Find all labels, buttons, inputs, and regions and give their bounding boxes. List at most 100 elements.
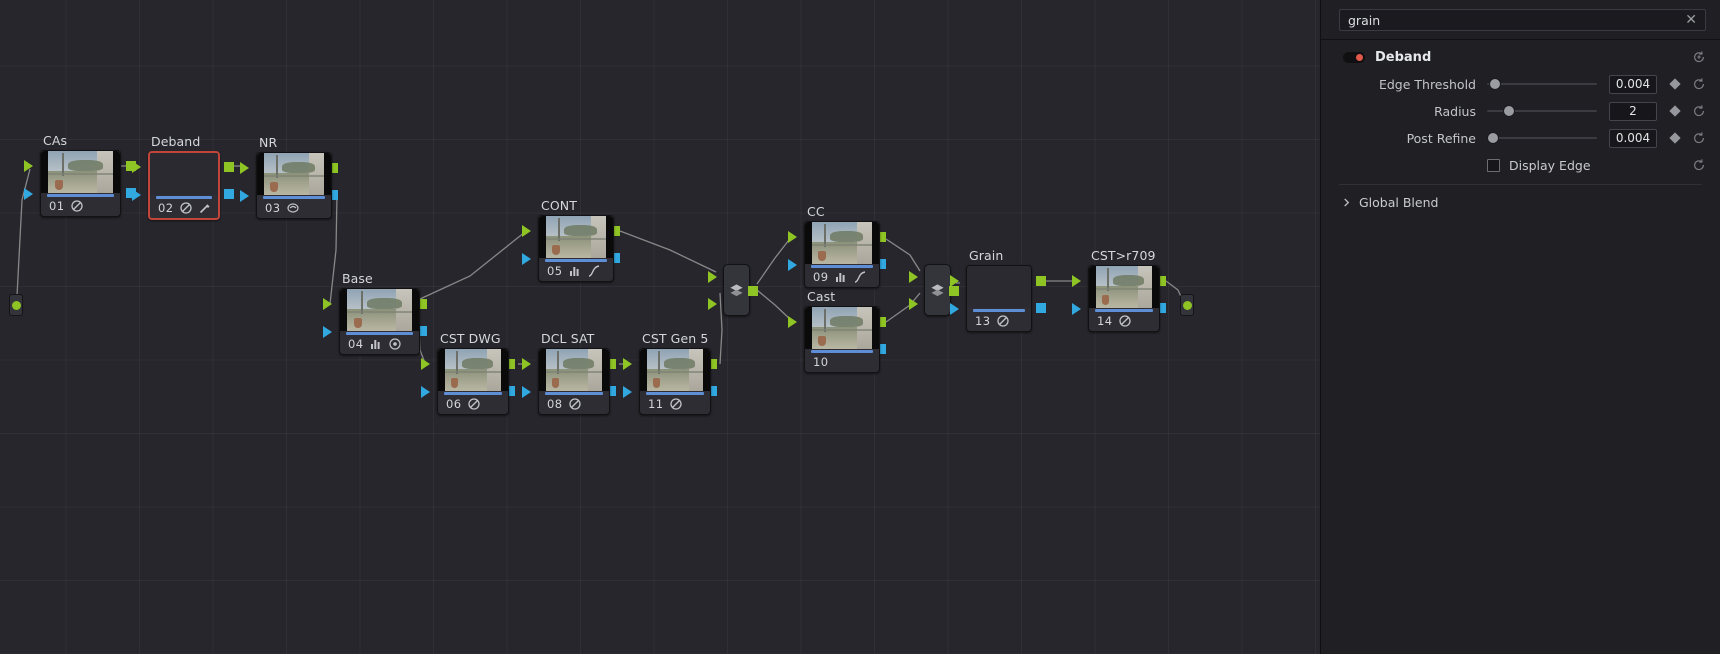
- slider-knob[interactable]: [1490, 79, 1501, 89]
- node-body[interactable]: 01: [40, 150, 121, 217]
- node-input-port-key[interactable]: [522, 253, 531, 265]
- disabled-circle-icon[interactable]: [71, 199, 84, 212]
- diamond-icon[interactable]: [1669, 105, 1681, 117]
- node-input-port-rgb[interactable]: [950, 275, 959, 287]
- node-input-port-key[interactable]: [132, 189, 141, 201]
- reset-icon[interactable]: [1692, 131, 1706, 145]
- slider-knob[interactable]: [1503, 106, 1514, 116]
- node-grain[interactable]: Grain 13: [950, 248, 1046, 332]
- node-input-port-key[interactable]: [24, 188, 33, 200]
- node-input-port-key[interactable]: [522, 386, 531, 398]
- layer-mixer-node-1[interactable]: [708, 264, 758, 316]
- disabled-circle-icon[interactable]: [180, 201, 193, 214]
- radius-slider[interactable]: [1487, 104, 1597, 118]
- node-body[interactable]: 05: [538, 215, 614, 282]
- node-output-port-key[interactable]: [224, 189, 234, 199]
- target-icon[interactable]: [389, 337, 402, 350]
- disabled-circle-icon[interactable]: [997, 314, 1010, 327]
- node-input-port-rgb[interactable]: [788, 231, 797, 243]
- disabled-circle-icon[interactable]: [468, 397, 481, 410]
- graph-source-endpoint[interactable]: [9, 294, 23, 316]
- node-nr[interactable]: NR 03: [240, 135, 338, 219]
- reset-icon[interactable]: [1692, 77, 1706, 91]
- node-output-port-rgb[interactable]: [1036, 276, 1046, 286]
- node-body[interactable]: 14: [1088, 265, 1160, 332]
- bars-icon[interactable]: [835, 271, 847, 283]
- disabled-circle-icon[interactable]: [569, 397, 582, 410]
- node-base[interactable]: Base 04: [323, 271, 427, 355]
- node-graph-canvas[interactable]: CAs 01 Deband 02 NR 03 Base 04 CONT 05 C…: [0, 0, 1320, 654]
- chevron-right-icon[interactable]: [1342, 198, 1351, 207]
- mixer-input-port-rgb[interactable]: [708, 271, 717, 283]
- search-input[interactable]: [1348, 10, 1684, 30]
- reset-icon[interactable]: [1692, 104, 1706, 118]
- edge-threshold-slider[interactable]: [1487, 77, 1597, 91]
- node-cst-r709[interactable]: CST>r709 14: [1072, 248, 1166, 332]
- diamond-icon[interactable]: [1669, 78, 1681, 90]
- curve-icon[interactable]: [588, 264, 600, 277]
- node-input-port-key[interactable]: [421, 386, 430, 398]
- node-body[interactable]: 08: [538, 348, 610, 415]
- node-body[interactable]: 03: [256, 152, 332, 219]
- node-cont[interactable]: CONT 05: [522, 198, 620, 282]
- node-input-port-key[interactable]: [623, 386, 632, 398]
- slider-knob[interactable]: [1488, 133, 1499, 143]
- node-input-port-key[interactable]: [240, 190, 249, 202]
- node-dcl-sat[interactable]: DCL SAT 08: [522, 331, 616, 415]
- node-input-port-rgb[interactable]: [1072, 275, 1081, 287]
- mixer-input-port-rgb-2[interactable]: [909, 298, 918, 310]
- node-body[interactable]: 04: [339, 288, 420, 355]
- node-cst-dwg[interactable]: CST DWG 06: [421, 331, 515, 415]
- display-edge-checkbox[interactable]: [1487, 158, 1500, 172]
- bars-icon[interactable]: [569, 265, 581, 277]
- deband-enable-toggle[interactable]: [1343, 52, 1365, 63]
- node-input-port-rgb[interactable]: [788, 316, 797, 328]
- layer-mixer-node-2[interactable]: [909, 264, 959, 316]
- curve-icon[interactable]: [854, 270, 866, 283]
- disabled-circle-icon[interactable]: [670, 397, 683, 410]
- node-cast[interactable]: Cast 10: [788, 289, 886, 373]
- node-input-port-rgb[interactable]: [623, 358, 632, 370]
- node-input-port-rgb[interactable]: [240, 162, 249, 174]
- edge-threshold-value[interactable]: 0.004: [1609, 74, 1657, 94]
- node-body[interactable]: 11: [639, 348, 711, 415]
- search-box[interactable]: ✕: [1339, 9, 1706, 31]
- node-input-port-key[interactable]: [323, 326, 332, 338]
- post-refine-slider[interactable]: [1487, 131, 1597, 145]
- node-input-port-rgb[interactable]: [522, 358, 531, 370]
- node-input-port-key[interactable]: [1072, 303, 1081, 315]
- eyedropper-icon[interactable]: [199, 202, 211, 214]
- node-body[interactable]: 13: [966, 265, 1032, 332]
- node-input-port-key[interactable]: [788, 259, 797, 271]
- node-input-port-key[interactable]: [950, 303, 959, 315]
- mixer-output-port-rgb[interactable]: [949, 286, 959, 296]
- node-cc[interactable]: CC 09: [788, 204, 886, 288]
- node-input-port-rgb[interactable]: [323, 298, 332, 310]
- node-input-port-rgb[interactable]: [132, 161, 141, 173]
- bars-icon[interactable]: [370, 338, 382, 350]
- global-blend-section[interactable]: Global Blend: [1321, 185, 1720, 216]
- node-body[interactable]: 10: [804, 306, 880, 373]
- node-deband[interactable]: Deband 02: [132, 134, 234, 220]
- close-icon[interactable]: ✕: [1683, 13, 1699, 27]
- node-input-port-rgb[interactable]: [522, 225, 531, 237]
- node-cas[interactable]: CAs 01: [24, 133, 136, 217]
- graph-output-endpoint[interactable]: [1180, 294, 1194, 316]
- clone-stamp-icon[interactable]: [287, 202, 300, 214]
- disabled-circle-icon[interactable]: [1119, 314, 1132, 327]
- diamond-icon[interactable]: [1669, 132, 1681, 144]
- node-output-port-rgb[interactable]: [224, 162, 234, 172]
- mixer-output-port-rgb[interactable]: [748, 286, 758, 296]
- mixer-input-port-rgb-2[interactable]: [708, 298, 717, 310]
- node-cst-gen-5[interactable]: CST Gen 5 11: [623, 331, 717, 415]
- reset-icon[interactable]: [1692, 158, 1706, 172]
- node-body[interactable]: 06: [437, 348, 509, 415]
- radius-value[interactable]: 2: [1609, 101, 1657, 121]
- node-output-port-key[interactable]: [1036, 303, 1046, 313]
- post-refine-value[interactable]: 0.004: [1609, 128, 1657, 148]
- node-input-port-rgb[interactable]: [421, 358, 430, 370]
- node-input-port-rgb[interactable]: [24, 160, 33, 172]
- mixer-input-port-rgb[interactable]: [909, 271, 918, 283]
- reset-add-icon[interactable]: [1692, 50, 1706, 64]
- node-body[interactable]: 02: [148, 151, 220, 220]
